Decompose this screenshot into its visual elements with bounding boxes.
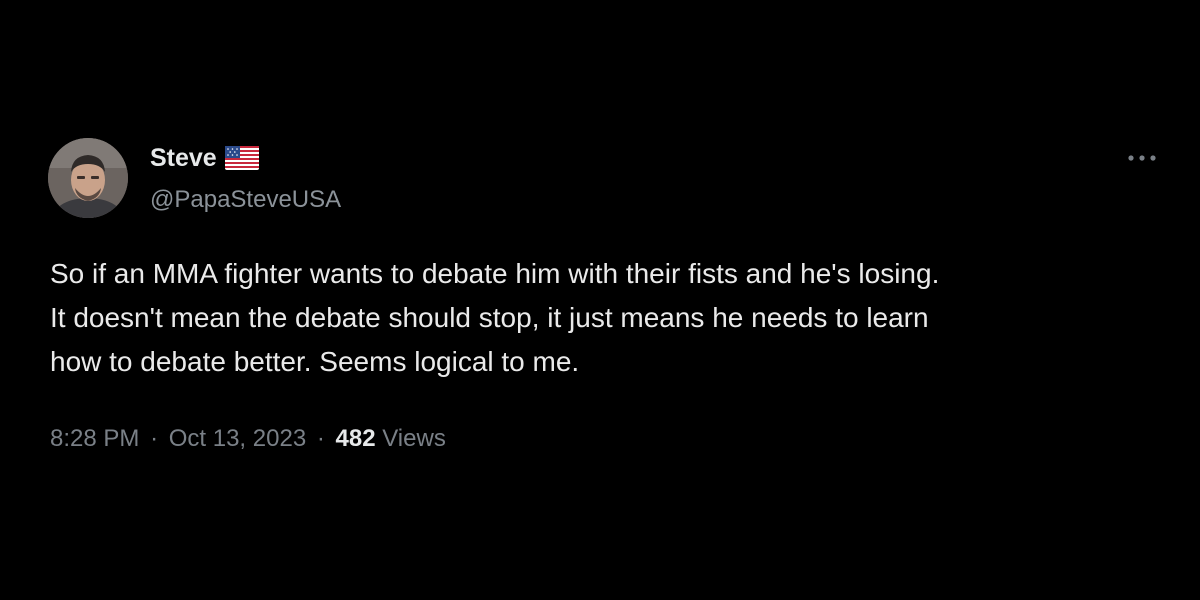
- tweet-date[interactable]: Oct 13, 2023: [169, 425, 306, 452]
- tweet-metadata: 8:28 PM · Oct 13, 2023 · 482 Views: [50, 422, 446, 456]
- author-name-row: Steve: [150, 142, 259, 174]
- us-flag-icon: [224, 146, 259, 170]
- tweet-text-line: So if an MMA fighter wants to debate him…: [50, 258, 940, 289]
- author-handle[interactable]: @PapaSteveUSA: [150, 184, 341, 216]
- tweet-text: So if an MMA fighter wants to debate him…: [50, 252, 1170, 384]
- tweet-card: Steve @PapaSteveUSA So if an MMA fighter…: [0, 0, 1200, 600]
- more-options-button[interactable]: [1120, 140, 1164, 176]
- separator: ·: [316, 425, 325, 452]
- separator: ·: [150, 425, 159, 452]
- display-name[interactable]: Steve: [150, 142, 217, 174]
- avatar-photo: [48, 138, 128, 218]
- tweet-time[interactable]: 8:28 PM: [50, 425, 139, 452]
- tweet-text-line: how to debate better. Seems logical to m…: [50, 346, 580, 377]
- views-count: 482: [335, 425, 376, 452]
- tweet-text-line: It doesn't mean the debate should stop, …: [50, 302, 929, 333]
- more-horizontal-icon: [1128, 155, 1156, 161]
- avatar[interactable]: [48, 138, 128, 218]
- views-label: Views: [382, 425, 446, 452]
